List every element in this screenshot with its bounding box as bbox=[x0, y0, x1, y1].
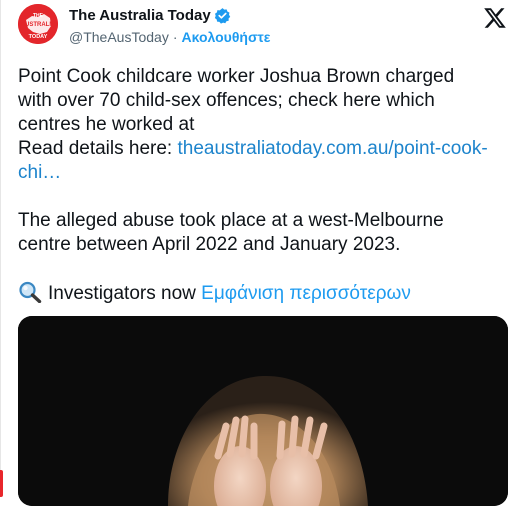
name-row: The Australia Today bbox=[69, 7, 231, 24]
avatar[interactable]: THE AUSTRALIA TODAY bbox=[18, 4, 58, 44]
magnifying-glass-icon bbox=[19, 281, 42, 303]
tweet-line-4: The alleged abuse took place at a west-M… bbox=[18, 210, 444, 231]
handle-row: @TheAusToday · Ακολουθήστε bbox=[69, 29, 270, 45]
paragraph-gap-2 bbox=[18, 257, 513, 281]
tweet-line-2: with over 70 child-sex offences; check h… bbox=[18, 90, 435, 111]
tweet-line-3: centres he worked at bbox=[18, 114, 195, 135]
read-details-prefix: Read details here: bbox=[18, 138, 178, 159]
read-details-line: Read details here: theaustraliatoday.com… bbox=[18, 137, 513, 161]
tweet-line-5: centre between April 2022 and January 20… bbox=[18, 234, 401, 255]
verified-badge-icon[interactable] bbox=[214, 7, 231, 24]
avatar-logo: THE AUSTRALIA TODAY bbox=[18, 4, 58, 44]
avatar-text-the: THE bbox=[33, 13, 44, 19]
account-handle[interactable]: @TheAusToday bbox=[69, 29, 169, 45]
display-name[interactable]: The Australia Today bbox=[69, 7, 211, 24]
tweet-line-1: Point Cook childcare worker Joshua Brown… bbox=[18, 66, 455, 87]
article-link-continued-line: chi… bbox=[18, 161, 513, 185]
investigators-text: Investigators now bbox=[48, 283, 202, 304]
left-border bbox=[0, 0, 1, 497]
avatar-text-today: TODAY bbox=[29, 34, 48, 40]
article-link[interactable]: theaustraliatoday.com.au/point-cook- bbox=[178, 138, 488, 159]
tweet-header: THE AUSTRALIA TODAY The Australia Today … bbox=[18, 4, 513, 52]
tweet-media-image[interactable] bbox=[18, 316, 508, 506]
side-tab[interactable] bbox=[0, 470, 3, 497]
separator-dot: · bbox=[172, 29, 178, 45]
avatar-text-australia: AUSTRALIA bbox=[21, 22, 56, 28]
article-link-continued[interactable]: chi… bbox=[18, 162, 61, 183]
follow-button[interactable]: Ακολουθήστε bbox=[182, 29, 271, 45]
tweet-text: Point Cook childcare worker Joshua Brown… bbox=[18, 65, 513, 306]
show-more-link[interactable]: Εμφάνιση περισσότερων bbox=[201, 283, 411, 304]
investigators-line: Investigators now Εμφάνιση περισσότερων bbox=[18, 281, 513, 306]
x-logo-icon[interactable] bbox=[483, 6, 507, 30]
child-covering-face-photo bbox=[18, 316, 508, 506]
